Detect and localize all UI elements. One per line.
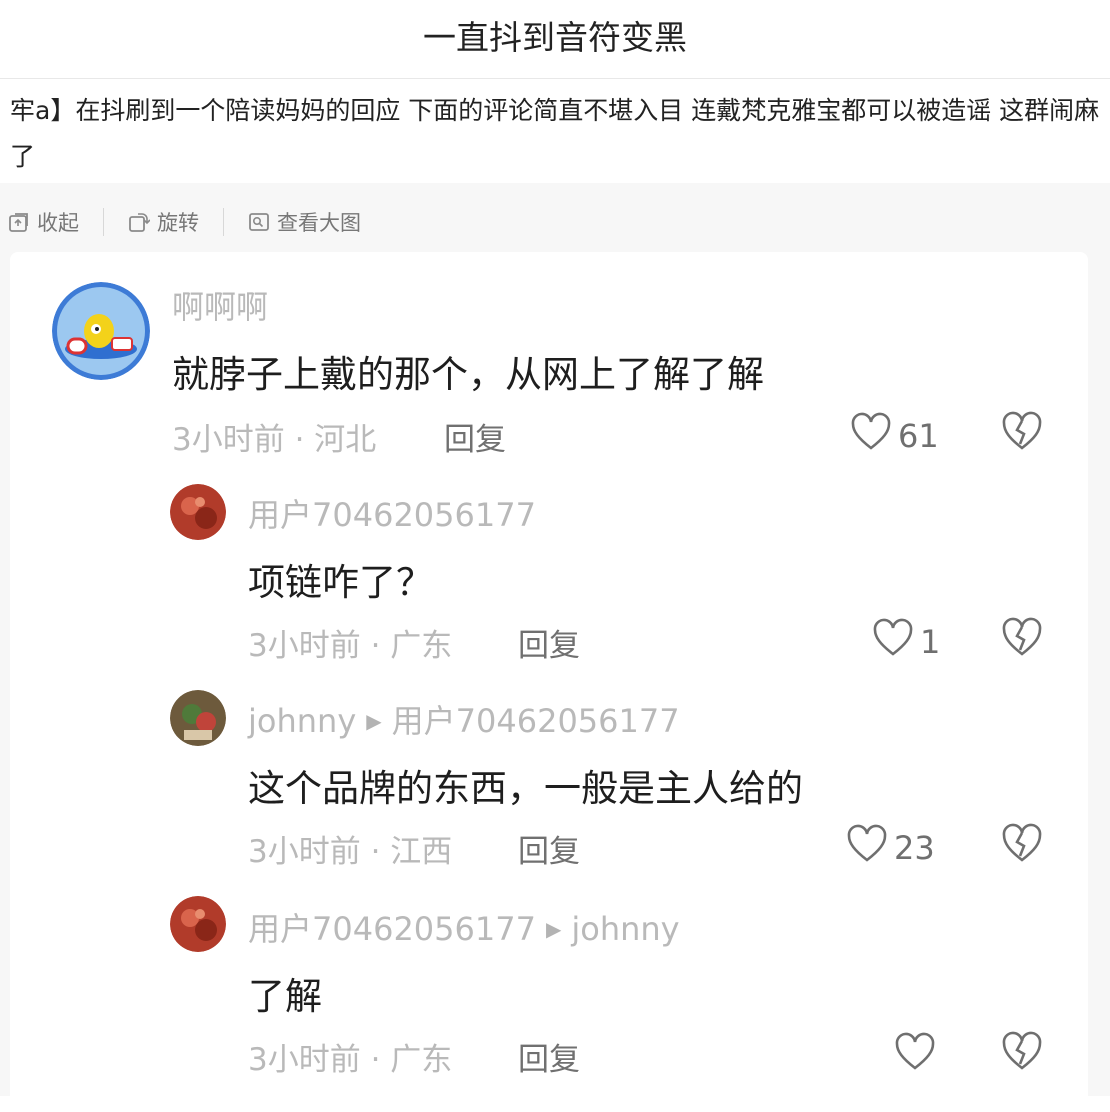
like-button[interactable] xyxy=(894,1032,936,1080)
reply-username[interactable]: 用户70462056177 xyxy=(248,910,536,948)
broken-heart-icon xyxy=(1000,1031,1044,1076)
reply-button[interactable]: 回复 xyxy=(518,826,580,871)
avatar[interactable] xyxy=(170,690,226,746)
heart-icon xyxy=(850,412,892,460)
rotate-label: 旋转 xyxy=(157,211,199,235)
title-divider xyxy=(0,78,1110,79)
like-count: 23 xyxy=(894,829,935,867)
page-title: 一直抖到音符变黑 xyxy=(423,18,687,57)
heart-icon xyxy=(846,824,888,872)
image-toolbar: 收起 旋转 查看大图 xyxy=(8,203,361,241)
heart-icon xyxy=(872,618,914,666)
broken-heart-icon xyxy=(1000,617,1044,662)
toolbar-divider xyxy=(103,208,104,236)
view-large-label: 查看大图 xyxy=(277,211,361,235)
comment-text: 这个品牌的东西，一般是主人给的 xyxy=(248,767,803,810)
collapse-label: 收起 xyxy=(37,211,79,235)
like-button[interactable]: 23 xyxy=(846,824,935,872)
post-text: 牢a】在抖刷到一个陪读妈妈的回应 下面的评论简直不堪入目 连戴梵克雅宝都可以被造… xyxy=(10,96,1100,171)
comment-meta: 3小时前 · 河北 xyxy=(172,422,377,458)
rotate-icon xyxy=(128,211,150,233)
dislike-button[interactable] xyxy=(1000,1030,1044,1076)
reply-button[interactable]: 回复 xyxy=(518,620,580,665)
reply-target-username[interactable]: johnny xyxy=(571,910,679,948)
comment-text: 项链咋了？ xyxy=(248,561,433,604)
dislike-button[interactable] xyxy=(1000,616,1044,662)
like-button[interactable]: 1 xyxy=(872,618,940,666)
dislike-button[interactable] xyxy=(1000,822,1044,868)
comment-text: 了解 xyxy=(248,975,322,1018)
comment-username: 用户70462056177 ▶ johnny xyxy=(248,904,680,950)
comment-username[interactable]: 用户70462056177 xyxy=(248,490,536,536)
comment-meta: 3小时前 · 江西 xyxy=(248,834,453,870)
rotate-button[interactable]: 旋转 xyxy=(128,207,199,237)
comment-text: 就脖子上戴的那个，从网上了解了解 xyxy=(172,353,764,396)
like-count: 1 xyxy=(920,623,941,661)
reply-button[interactable]: 回复 xyxy=(518,1034,580,1079)
avatar[interactable] xyxy=(52,282,150,380)
like-button[interactable]: 61 xyxy=(850,412,939,460)
reply-button[interactable]: 回复 xyxy=(444,414,506,459)
triangle-right-icon: ▶ xyxy=(366,709,382,733)
comment-username[interactable]: 啊啊啊 xyxy=(172,282,268,328)
broken-heart-icon xyxy=(1000,823,1044,868)
comment-meta: 3小时前 · 广东 xyxy=(248,1042,453,1078)
view-large-icon xyxy=(248,211,270,233)
view-large-button[interactable]: 查看大图 xyxy=(248,207,361,237)
avatar[interactable] xyxy=(170,896,226,952)
broken-heart-icon xyxy=(1000,411,1044,456)
like-count: 61 xyxy=(898,417,939,455)
avatar[interactable] xyxy=(170,484,226,540)
comment-screenshot: 啊啊啊 就脖子上戴的那个，从网上了解了解 3小时前 · 河北 回复 61 用户7… xyxy=(10,252,1088,1112)
reply-username[interactable]: johnny xyxy=(248,702,356,740)
triangle-right-icon: ▶ xyxy=(545,917,562,941)
collapse-button[interactable]: 收起 xyxy=(8,207,79,237)
heart-icon xyxy=(894,1032,936,1080)
reply-target-username[interactable]: 用户70462056177 xyxy=(392,702,680,740)
comment-meta: 3小时前 · 广东 xyxy=(248,628,453,664)
toolbar-divider xyxy=(223,208,224,236)
comment-username: johnny ▶ 用户70462056177 xyxy=(248,696,680,742)
collapse-icon xyxy=(8,211,30,233)
dislike-button[interactable] xyxy=(1000,410,1044,456)
